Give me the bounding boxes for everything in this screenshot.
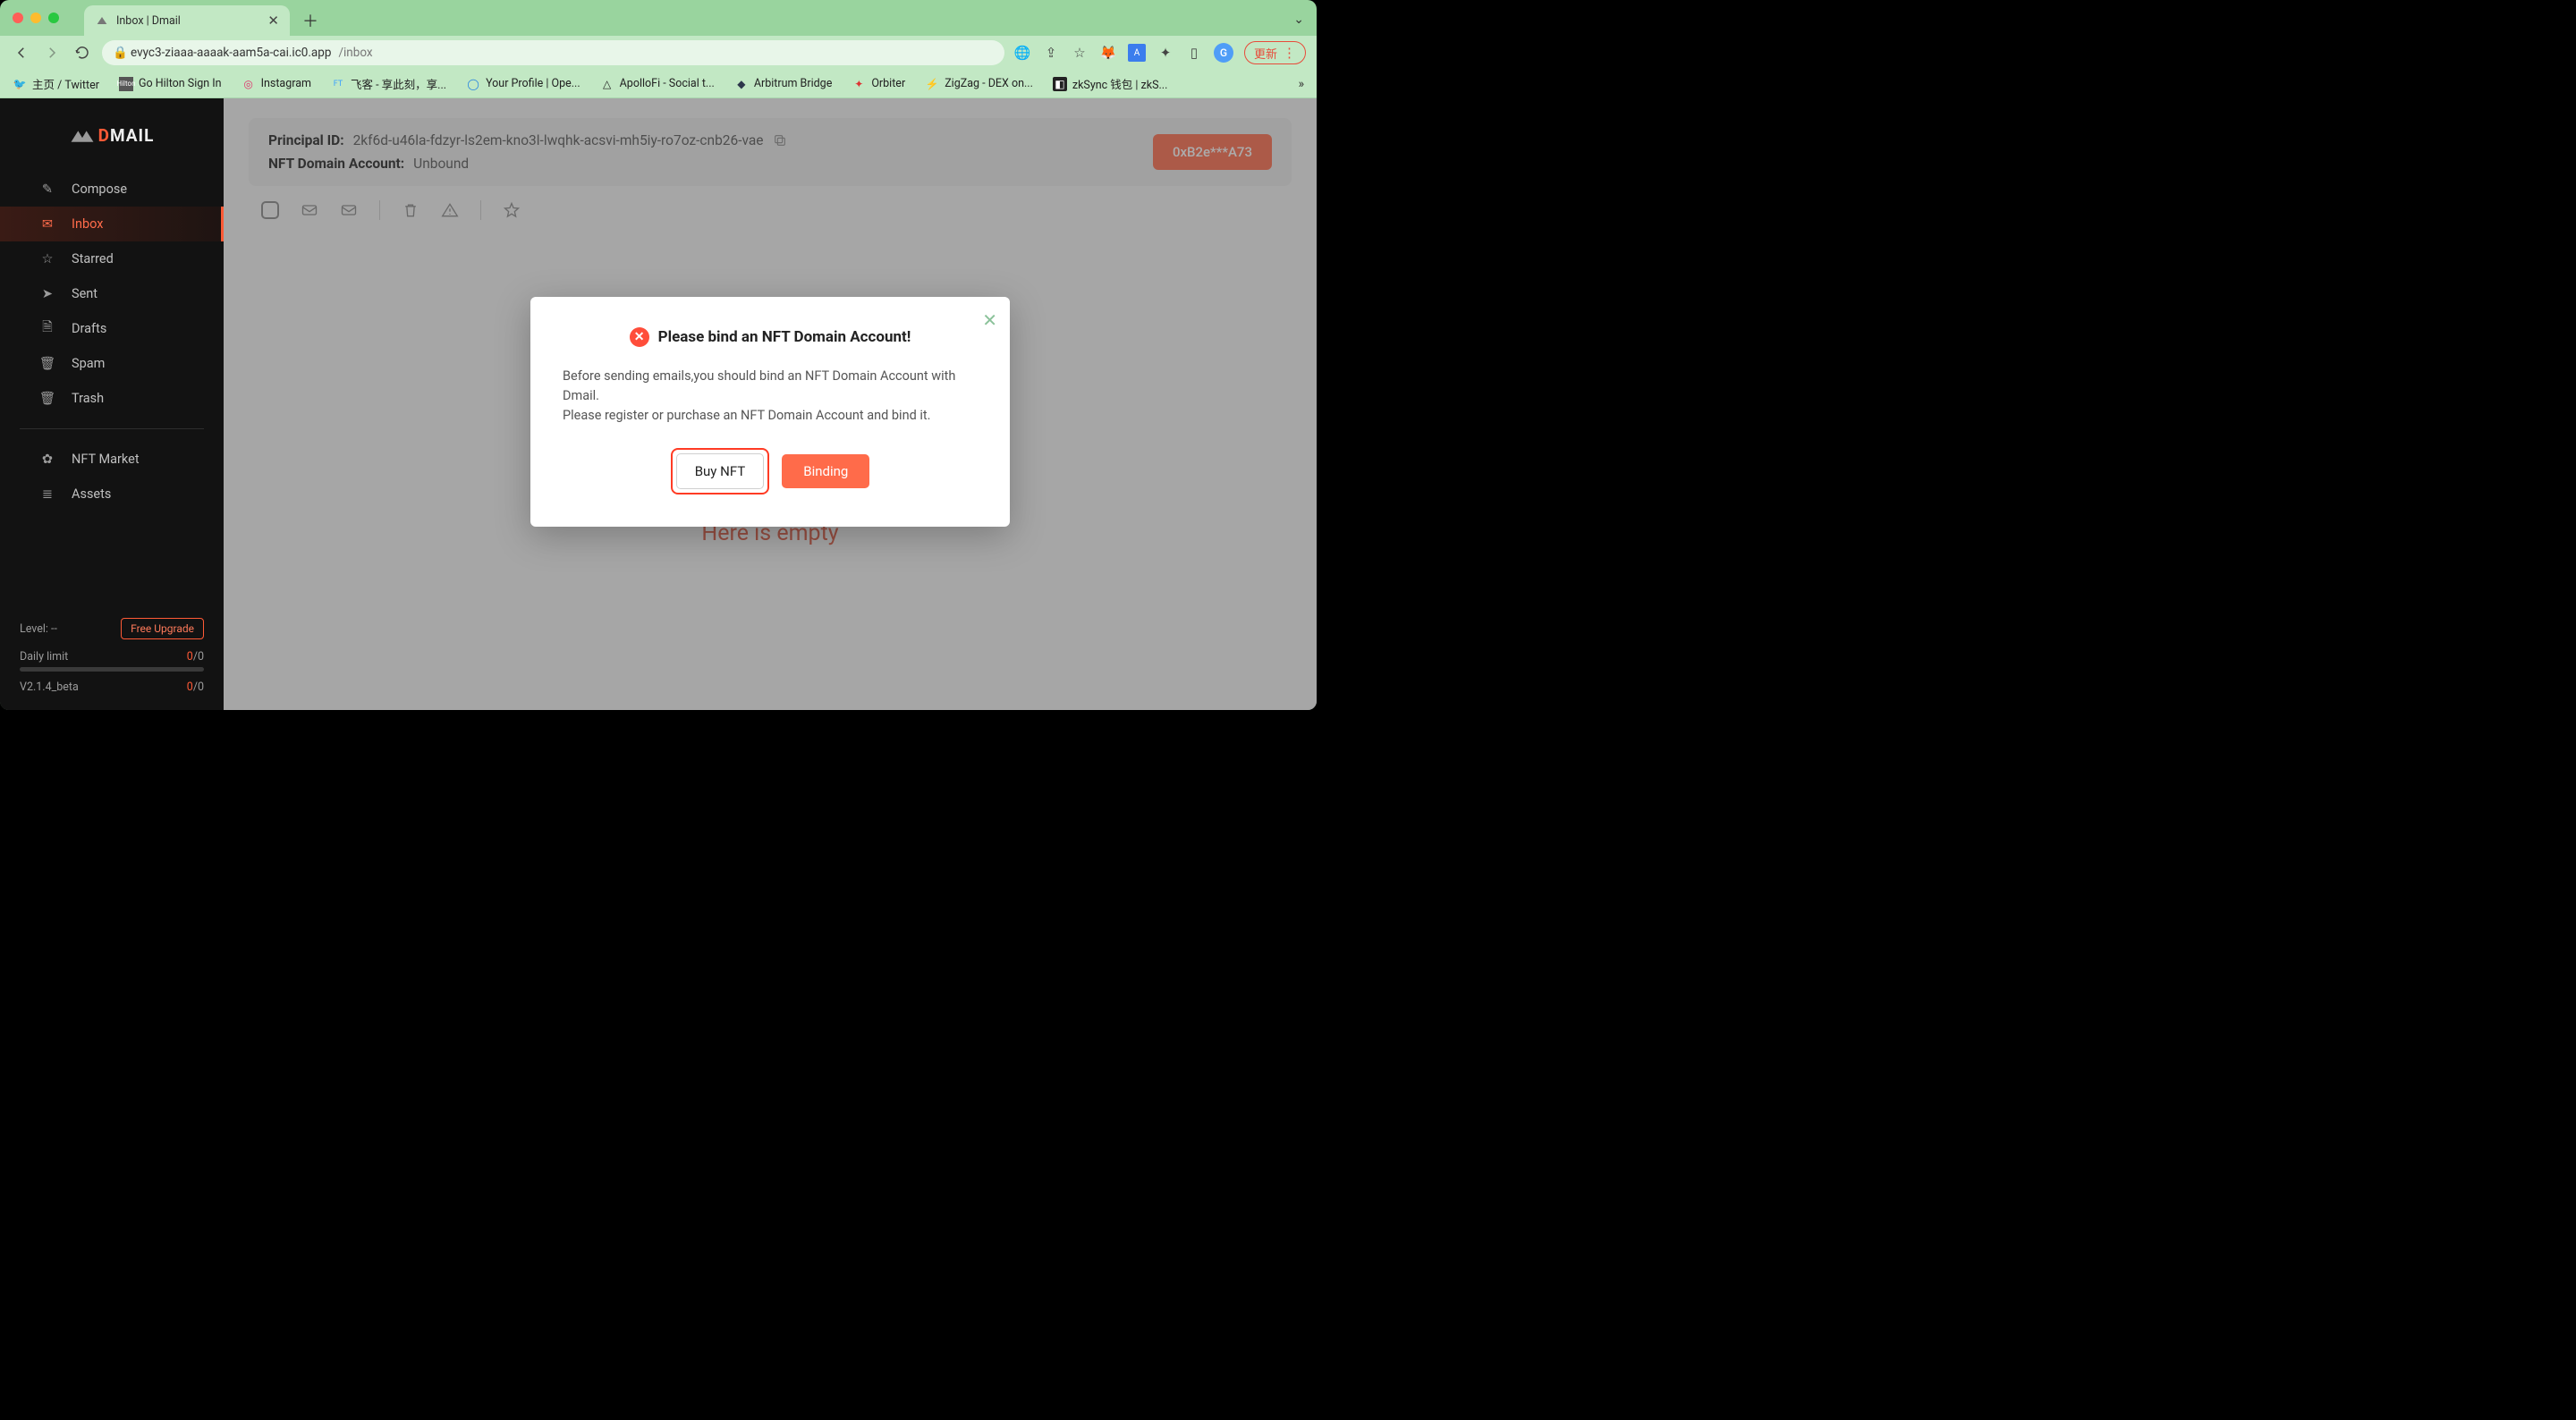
sidebar-item-trash[interactable]: 🗑Trash: [0, 381, 224, 416]
tab-close-icon[interactable]: ✕: [267, 13, 279, 29]
apollofi-icon: △: [600, 77, 614, 91]
window-close-icon[interactable]: [13, 13, 23, 23]
window-zoom-icon[interactable]: [48, 13, 59, 23]
modal-title-row: ✕ Please bind an NFT Domain Account!: [563, 327, 978, 347]
arbitrum-icon: ◆: [734, 77, 749, 91]
drafts-icon: 🗎: [39, 317, 55, 340]
sent-icon: ➤: [39, 286, 55, 301]
nft-icon: ✿: [39, 452, 55, 467]
browser-tab[interactable]: Inbox | Dmail ✕: [84, 5, 290, 36]
sidebar-nav: ✎Compose ✉Inbox ☆Starred ➤Sent 🗎Drafts 🗑…: [0, 172, 224, 511]
zigzag-icon: ⚡: [925, 77, 939, 91]
sidebar-item-compose[interactable]: ✎Compose: [0, 172, 224, 207]
address-bar[interactable]: 🔒 evyc3-ziaaa-aaaak-aam5a-cai.ic0.app/in…: [102, 40, 1004, 65]
hilton-icon: Hilton: [119, 77, 133, 91]
tab-title: Inbox | Dmail: [116, 14, 181, 28]
traffic-lights: [13, 13, 59, 23]
logo[interactable]: DMAIL: [0, 98, 224, 172]
buy-nft-highlight: Buy NFT: [671, 448, 770, 494]
daily-value: 0/0: [187, 650, 204, 664]
bookmarks-overflow[interactable]: »: [1298, 77, 1304, 91]
browser-tab-strip: Inbox | Dmail ✕ ＋ ⌄: [0, 0, 1317, 36]
opensea-icon: ◯: [466, 77, 480, 91]
sidebar-item-assets[interactable]: ≣Assets: [0, 477, 224, 511]
forward-button[interactable]: [41, 42, 63, 63]
sidebar-item-drafts[interactable]: 🗎Drafts: [0, 311, 224, 346]
sidebar-divider: [20, 428, 204, 429]
upgrade-button[interactable]: Free Upgrade: [121, 618, 204, 639]
trash-icon: 🗑: [39, 391, 55, 406]
logo-text: DMAIL: [98, 125, 155, 146]
zksync-icon: ◧: [1053, 77, 1067, 91]
translate-icon[interactable]: 🌐: [1013, 44, 1031, 62]
orbiter-icon: ✦: [852, 77, 866, 91]
bookmarks-bar: 🐦主页 / Twitter HiltonGo Hilton Sign In ◎I…: [0, 70, 1317, 98]
reload-button[interactable]: [72, 42, 93, 63]
new-tab-button[interactable]: ＋: [297, 7, 324, 34]
daily-bar: [20, 667, 204, 672]
extension-translator-icon[interactable]: A: [1128, 44, 1146, 62]
modal-overlay: ✕ ✕ Please bind an NFT Domain Account! B…: [224, 98, 1317, 710]
star-icon: ☆: [39, 251, 55, 266]
url-host: evyc3-ziaaa-aaaak-aam5a-cai.ic0.app: [131, 46, 331, 60]
bookmark-item[interactable]: ◆Arbitrum Bridge: [734, 77, 833, 91]
bookmark-star-icon[interactable]: ☆: [1071, 44, 1089, 62]
bookmark-item[interactable]: △ApolloFi - Social t...: [600, 77, 715, 91]
compose-icon: ✎: [39, 182, 55, 197]
assets-icon: ≣: [39, 486, 55, 502]
modal-title: Please bind an NFT Domain Account!: [658, 328, 911, 346]
bookmark-item[interactable]: ⚡ZigZag - DEX on...: [925, 77, 1033, 91]
back-button[interactable]: [11, 42, 32, 63]
bookmark-item[interactable]: ✦Orbiter: [852, 77, 905, 91]
window-minimize-icon[interactable]: [30, 13, 41, 23]
menu-dots-icon: ⋮: [1283, 45, 1296, 61]
page-content: DMAIL ✎Compose ✉Inbox ☆Starred ➤Sent 🗎Dr…: [0, 98, 1317, 710]
update-label: 更新: [1254, 45, 1277, 62]
sidebar-item-sent[interactable]: ➤Sent: [0, 276, 224, 311]
extension-metamask-icon[interactable]: 🦊: [1099, 44, 1117, 62]
bind-nft-modal: ✕ ✕ Please bind an NFT Domain Account! B…: [530, 297, 1010, 527]
main-area: Principal ID: 2kf6d-u46la-fdzyr-ls2em-kn…: [224, 98, 1317, 710]
bookmark-item[interactable]: ◯Your Profile | Ope...: [466, 77, 580, 91]
sidepanel-icon[interactable]: ▯: [1185, 44, 1203, 62]
sidebar-footer: Level: -- Free Upgrade Daily limit 0/0 V…: [0, 602, 224, 710]
profile-avatar[interactable]: G: [1214, 43, 1233, 63]
buy-nft-button[interactable]: Buy NFT: [676, 453, 765, 489]
binding-button[interactable]: Binding: [782, 454, 869, 488]
twitter-icon: 🐦: [13, 77, 27, 91]
update-button[interactable]: 更新 ⋮: [1244, 41, 1306, 64]
modal-close-icon[interactable]: ✕: [982, 309, 997, 331]
version-label: V2.1.4_beta: [20, 680, 79, 694]
modal-buttons: Buy NFT Binding: [563, 448, 978, 494]
bookmark-item[interactable]: FT飞客 - 享此刻，享...: [331, 75, 446, 92]
error-icon: ✕: [630, 327, 649, 347]
level-label: Level: --: [20, 622, 57, 636]
flyer-icon: FT: [331, 77, 345, 91]
lock-icon: 🔒: [113, 46, 123, 60]
url-path: /inbox: [338, 46, 372, 60]
logo-icon: [70, 125, 95, 145]
bookmark-item[interactable]: ◎Instagram: [242, 77, 311, 91]
bookmark-item[interactable]: HiltonGo Hilton Sign In: [119, 77, 222, 91]
share-icon[interactable]: ⇪: [1042, 44, 1060, 62]
version-value: 0/0: [187, 680, 204, 694]
bookmark-item[interactable]: 🐦主页 / Twitter: [13, 75, 99, 92]
modal-body: Before sending emails,you should bind an…: [563, 367, 978, 425]
sidebar: DMAIL ✎Compose ✉Inbox ☆Starred ➤Sent 🗎Dr…: [0, 98, 224, 710]
sidebar-item-nft-market[interactable]: ✿NFT Market: [0, 442, 224, 477]
daily-label: Daily limit: [20, 650, 68, 664]
sidebar-item-inbox[interactable]: ✉Inbox: [0, 207, 224, 241]
inbox-icon: ✉: [39, 216, 55, 232]
window-expand-icon[interactable]: ⌄: [1293, 13, 1304, 27]
sidebar-item-starred[interactable]: ☆Starred: [0, 241, 224, 276]
extensions-puzzle-icon[interactable]: ✦: [1157, 44, 1174, 62]
instagram-icon: ◎: [242, 77, 256, 91]
sidebar-item-spam[interactable]: 🗑Spam: [0, 346, 224, 381]
browser-toolbar: 🔒 evyc3-ziaaa-aaaak-aam5a-cai.ic0.app/in…: [0, 36, 1317, 70]
toolbar-right: 🌐 ⇪ ☆ 🦊 A ✦ ▯ G 更新 ⋮: [1013, 41, 1306, 64]
bookmark-item[interactable]: ◧zkSync 钱包 | zkS...: [1053, 75, 1168, 92]
tab-favicon-icon: [95, 13, 109, 28]
spam-icon: 🗑: [39, 356, 55, 371]
